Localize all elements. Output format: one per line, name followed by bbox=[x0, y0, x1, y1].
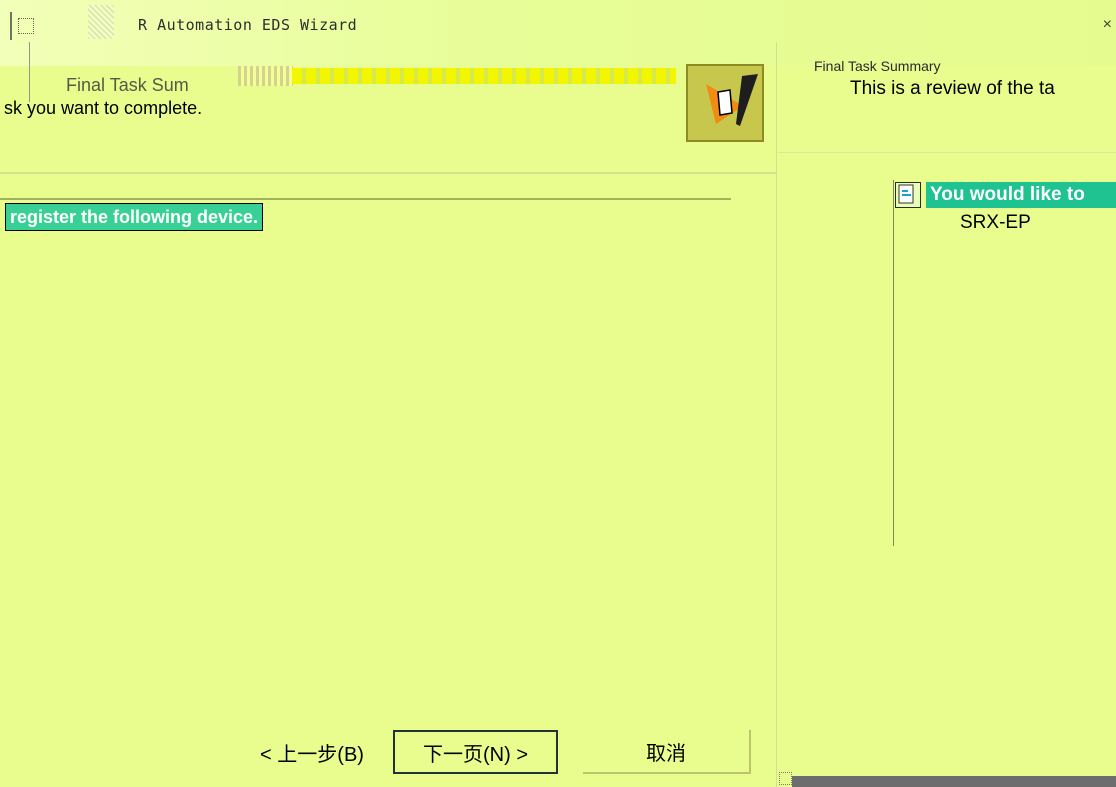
left-header-subtitle: sk you want to complete. bbox=[4, 98, 203, 118]
header-graphic bbox=[292, 68, 676, 84]
app-icon bbox=[18, 18, 34, 34]
right-header-separator bbox=[778, 152, 1116, 153]
left-header-title: Final Task Sum bbox=[66, 75, 189, 95]
wizard-icon bbox=[686, 64, 764, 142]
summary-list-border bbox=[893, 180, 894, 546]
right-header-subtitle: This is a review of the ta bbox=[850, 78, 1055, 99]
right-header-title: Final Task Summary bbox=[814, 58, 941, 74]
app-icon bbox=[88, 5, 114, 39]
panel-divider bbox=[776, 42, 777, 787]
summary-list-item[interactable]: You would like to bbox=[926, 182, 1116, 208]
header-separator bbox=[0, 172, 776, 174]
resize-grip-icon[interactable] bbox=[779, 772, 792, 785]
content-separator bbox=[0, 198, 731, 200]
back-button[interactable]: < 上一步(B) bbox=[248, 730, 376, 774]
cancel-button[interactable]: 取消 bbox=[583, 730, 751, 774]
next-button[interactable]: 下一页(N) > bbox=[393, 730, 558, 774]
left-panel-border bbox=[29, 42, 30, 102]
window-title: R Automation EDS Wizard bbox=[138, 16, 358, 34]
document-icon bbox=[895, 182, 921, 208]
window-edge bbox=[10, 12, 12, 40]
status-strip bbox=[792, 776, 1116, 787]
close-icon[interactable]: × bbox=[1103, 16, 1112, 34]
device-register-label: register the following device. bbox=[5, 203, 264, 231]
header-graphic bbox=[238, 66, 293, 86]
window-titlebar: R Automation EDS Wizard × bbox=[0, 0, 1116, 66]
device-name: SRX-EP bbox=[960, 212, 1031, 233]
